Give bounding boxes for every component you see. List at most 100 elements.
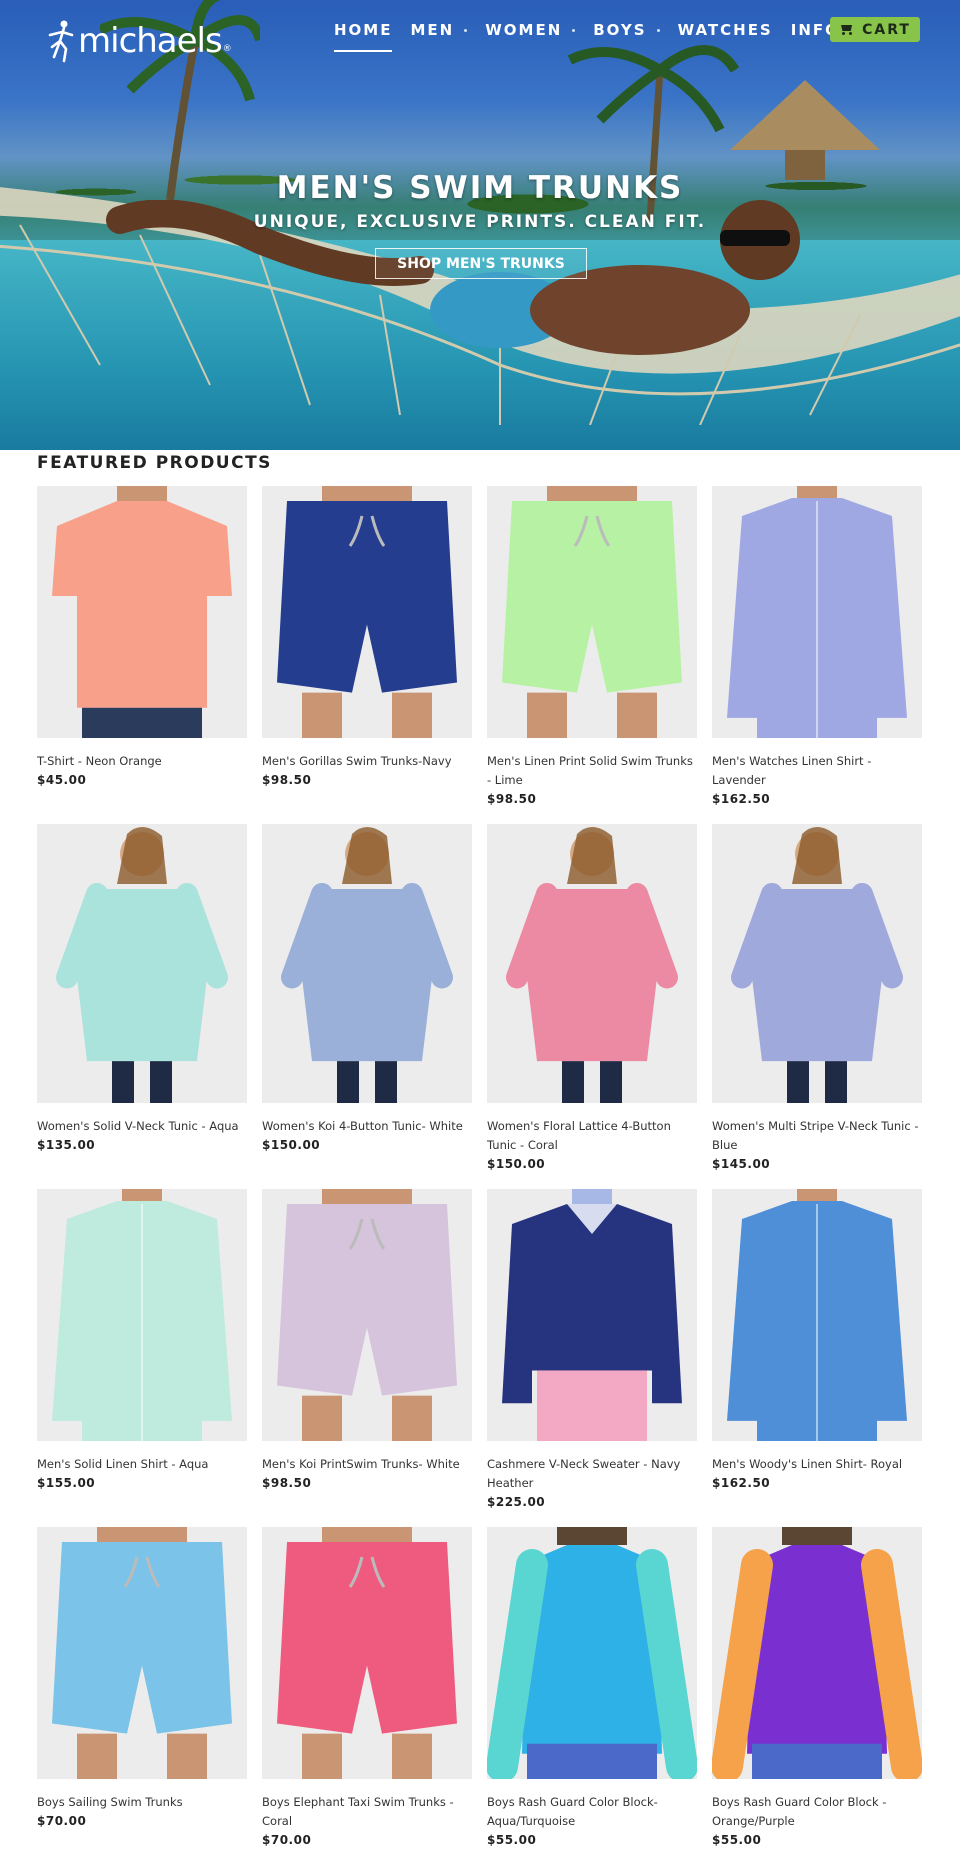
product-price: $145.00 <box>712 1157 771 1171</box>
cart-button[interactable]: CART <box>830 17 920 42</box>
product-price: $162.50 <box>712 792 771 806</box>
product-image[interactable] <box>262 1189 472 1441</box>
product-card[interactable]: Boys Sailing Swim Trunks $70.00 <box>37 1527 247 1831</box>
product-price: $55.00 <box>712 1833 762 1847</box>
product-name[interactable]: Men's Woody's Linen Shirt- Royal <box>712 1455 922 1474</box>
product-image[interactable] <box>262 486 472 738</box>
product-card[interactable]: Women's Solid V-Neck Tunic - Aqua $135.00 <box>37 824 247 1155</box>
nav-item-boys[interactable]: BOYS <box>593 21 660 39</box>
product-card[interactable]: T-Shirt - Neon Orange $45.00 <box>37 486 247 790</box>
main-nav: HOME MEN WOMEN BOYS WATCHES INFO <box>334 18 905 52</box>
product-photo <box>37 486 247 738</box>
product-name[interactable]: Boys Rash Guard Color Block - Orange/Pur… <box>712 1793 922 1831</box>
product-photo <box>487 824 697 1103</box>
cart-label: CART <box>862 21 911 38</box>
product-photo <box>712 1189 922 1441</box>
product-card[interactable]: Men's Watches Linen Shirt - Lavender $162… <box>712 486 922 809</box>
product-photo <box>37 1189 247 1441</box>
product-image[interactable] <box>37 824 247 1103</box>
product-price: $162.50 <box>712 1476 771 1490</box>
product-price: $70.00 <box>262 1833 312 1847</box>
hero-subtitle: UNIQUE, EXCLUSIVE PRINTS. CLEAN FIT. <box>253 212 707 232</box>
product-name[interactable]: Cashmere V-Neck Sweater - Navy Heather <box>487 1455 697 1493</box>
product-name[interactable]: Men's Gorillas Swim Trunks-Navy <box>262 752 472 771</box>
product-card[interactable]: Boys Rash Guard Color Block- Aqua/Turquo… <box>487 1527 697 1850</box>
product-price: $45.00 <box>37 773 87 787</box>
nav-item-label: MEN <box>410 21 455 39</box>
product-price: $155.00 <box>37 1476 96 1490</box>
product-image[interactable] <box>37 1189 247 1441</box>
nav-item-label: HOME <box>334 21 393 39</box>
logo[interactable]: michaels ® <box>44 16 232 66</box>
hero-title: MEN'S SWIM TRUNKS <box>276 170 684 206</box>
product-card[interactable]: Men's Solid Linen Shirt - Aqua $155.00 <box>37 1189 247 1493</box>
product-name[interactable]: Boys Rash Guard Color Block- Aqua/Turquo… <box>487 1793 697 1831</box>
product-image[interactable] <box>487 1527 697 1779</box>
product-price: $70.00 <box>37 1814 87 1828</box>
product-photo <box>712 486 922 738</box>
dropdown-dot-icon <box>656 28 660 32</box>
product-name[interactable]: Boys Sailing Swim Trunks <box>37 1793 247 1812</box>
product-image[interactable] <box>712 1527 922 1779</box>
product-card[interactable]: Men's Koi PrintSwim Trunks- White $98.50 <box>262 1189 472 1493</box>
shop-mens-trunks-button[interactable]: SHOP MEN'S TRUNKS <box>375 248 587 279</box>
logo-registered-mark: ® <box>222 44 232 54</box>
product-name[interactable]: Women's Multi Stripe V-Neck Tunic - Blue <box>712 1117 922 1155</box>
product-name[interactable]: Men's Solid Linen Shirt - Aqua <box>37 1455 247 1474</box>
product-name[interactable]: Men's Linen Print Solid Swim Trunks - Li… <box>487 752 697 790</box>
product-image[interactable] <box>712 824 922 1103</box>
nav-item-home[interactable]: HOME <box>334 21 393 52</box>
product-image[interactable] <box>37 486 247 738</box>
dropdown-dot-icon <box>572 28 576 32</box>
product-photo <box>37 1527 247 1779</box>
nav-item-watches[interactable]: WATCHES <box>678 21 773 39</box>
product-name[interactable]: Women's Floral Lattice 4-Button Tunic - … <box>487 1117 697 1155</box>
nav-item-label: WOMEN <box>485 21 563 39</box>
product-card[interactable]: Men's Woody's Linen Shirt- Royal $162.50 <box>712 1189 922 1493</box>
product-name[interactable]: Women's Solid V-Neck Tunic - Aqua <box>37 1117 247 1136</box>
logo-figure-icon <box>48 20 74 63</box>
nav-item-women[interactable]: WOMEN <box>485 21 576 39</box>
product-card[interactable]: Men's Linen Print Solid Swim Trunks - Li… <box>487 486 697 809</box>
product-image[interactable] <box>487 1189 697 1441</box>
product-card[interactable]: Cashmere V-Neck Sweater - Navy Heather $2… <box>487 1189 697 1512</box>
product-price: $225.00 <box>487 1495 546 1509</box>
dropdown-dot-icon <box>464 28 468 32</box>
product-card[interactable]: Women's Floral Lattice 4-Button Tunic - … <box>487 824 697 1174</box>
nav-item-men[interactable]: MEN <box>410 21 468 39</box>
product-card[interactable]: Boys Rash Guard Color Block - Orange/Pur… <box>712 1527 922 1850</box>
product-image[interactable] <box>37 1527 247 1779</box>
product-image[interactable] <box>712 486 922 738</box>
product-image[interactable] <box>712 1189 922 1441</box>
product-image[interactable] <box>262 1527 472 1779</box>
nav-item-label: WATCHES <box>677 21 773 39</box>
product-photo <box>37 824 247 1103</box>
nav-item-label: BOYS <box>593 21 647 39</box>
product-name[interactable]: Boys Elephant Taxi Swim Trunks - Coral <box>262 1793 472 1831</box>
product-photo <box>262 1189 472 1441</box>
product-price: $98.50 <box>262 773 312 787</box>
product-card[interactable]: Men's Gorillas Swim Trunks-Navy $98.50 <box>262 486 472 790</box>
product-photo <box>487 1189 697 1441</box>
product-photo <box>487 486 697 738</box>
product-image[interactable] <box>487 824 697 1103</box>
cart-icon <box>839 24 853 35</box>
logo-text: michaels <box>78 21 223 61</box>
product-card[interactable]: Women's Multi Stripe V-Neck Tunic - Blue… <box>712 824 922 1174</box>
product-name[interactable]: Men's Watches Linen Shirt - Lavender <box>712 752 922 790</box>
product-card[interactable]: Boys Elephant Taxi Swim Trunks - Coral $7… <box>262 1527 472 1850</box>
product-price: $98.50 <box>487 792 537 806</box>
product-photo <box>262 824 472 1103</box>
product-image[interactable] <box>487 486 697 738</box>
product-name[interactable]: T-Shirt - Neon Orange <box>37 752 247 771</box>
product-price: $135.00 <box>37 1138 96 1152</box>
product-image[interactable] <box>262 824 472 1103</box>
product-card[interactable]: Women's Koi 4-Button Tunic- White $150.00 <box>262 824 472 1155</box>
product-photo <box>262 1527 472 1779</box>
product-name[interactable]: Men's Koi PrintSwim Trunks- White <box>262 1455 472 1474</box>
featured-products-title: FEATURED PRODUCTS <box>37 453 272 473</box>
product-photo <box>712 1527 922 1779</box>
product-price: $98.50 <box>262 1476 312 1490</box>
product-name[interactable]: Women's Koi 4-Button Tunic- White <box>262 1117 472 1136</box>
product-price: $150.00 <box>262 1138 321 1152</box>
